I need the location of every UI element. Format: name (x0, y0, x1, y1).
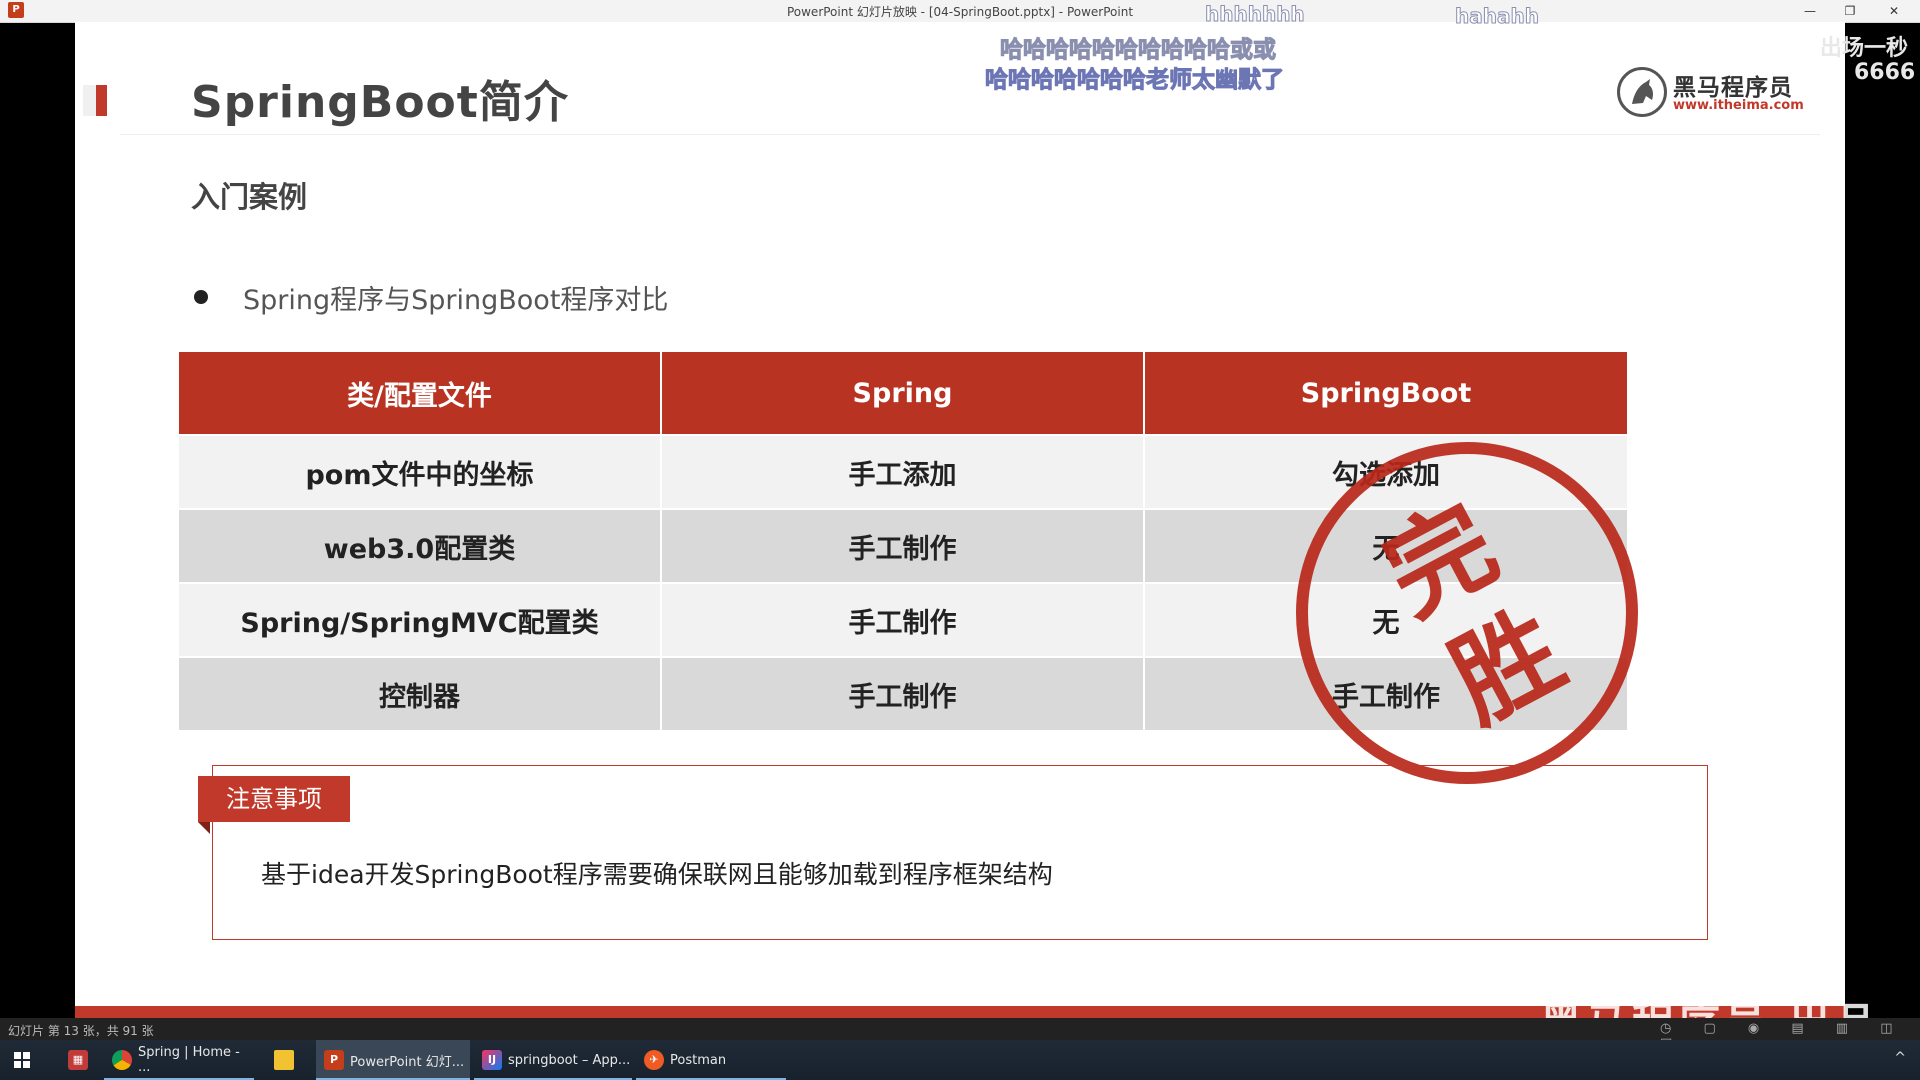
slide: SpringBoot简介 黑马程序员 www.itheima.com 入门案例 … (75, 22, 1845, 1018)
folder-icon (274, 1050, 294, 1070)
header-divider (120, 134, 1820, 135)
taskbar-item-label: Spring | Home - ... (138, 1045, 240, 1075)
table-cell: pom文件中的坐标 (179, 434, 662, 509)
danmaku-comment: 哈哈哈哈哈哈哈老师太幽默了 (985, 67, 1285, 94)
note-text: 基于idea开发SpringBoot程序需要确保联网且能够加载到程序框架结构 (261, 860, 1053, 889)
logo-url: www.itheima.com (1673, 98, 1804, 113)
intellij-icon: IJ (482, 1050, 502, 1070)
slide-counter: 幻灯片 第 13 张，共 91 张 (8, 1024, 154, 1038)
taskbar: ▦ Spring | Home - ... P PowerPoint 幻灯...… (0, 1040, 1920, 1080)
tray-chevron-icon[interactable]: ^ (1894, 1050, 1906, 1066)
table-cell: 手工制作 (661, 656, 1145, 730)
logo-name: 黑马程序员 (1673, 75, 1793, 101)
horse-logo-icon (1617, 67, 1667, 117)
taskbar-item-label: springboot – App... (508, 1052, 631, 1068)
restore-button[interactable]: ❐ (1836, 2, 1864, 20)
taskbar-item-postman[interactable]: ✈ Postman (636, 1040, 786, 1080)
table-header: 类/配置文件 (179, 352, 662, 435)
close-button[interactable]: ✕ (1880, 2, 1908, 20)
bullet-icon (194, 290, 208, 304)
title-marker-shadow (83, 85, 96, 116)
danmaku-comment: hahahh (1455, 4, 1540, 29)
chrome-icon (112, 1050, 132, 1070)
danmaku-comment: hhhhhhh (1205, 2, 1306, 27)
section-title: 入门案例 (191, 180, 308, 214)
taskbar-item-label: PowerPoint 幻灯... (350, 1054, 465, 1070)
table-header: Spring (661, 352, 1145, 435)
table-cell: Spring/SpringMVC配置类 (179, 582, 662, 657)
window-title: PowerPoint 幻灯片放映 - [04-SpringBoot.pptx] … (786, 5, 1134, 19)
note-tag: 注意事项 (198, 776, 350, 822)
taskbar-item-intellij[interactable]: IJ springboot – App... (474, 1040, 632, 1080)
table-cell: web3.0配置类 (179, 508, 662, 583)
grid-app-icon: ▦ (68, 1050, 88, 1070)
status-bar: 幻灯片 第 13 张，共 91 张 ◷ ▢ ◉ ▤ ▥ ◫ ▣ (0, 1018, 1920, 1051)
taskbar-item-label: Postman (670, 1052, 727, 1068)
taskbar-item-explorer[interactable] (266, 1040, 310, 1080)
slide-title: SpringBoot简介 (191, 77, 569, 128)
table-cell: 手工制作 (661, 582, 1145, 657)
title-marker (96, 85, 107, 116)
table-header-row: 类/配置文件 Spring SpringBoot (179, 352, 1627, 435)
table-cell: 控制器 (179, 656, 662, 730)
taskbar-item-powerpoint[interactable]: P PowerPoint 幻灯... (316, 1040, 470, 1080)
danmaku-comment: 6666 (1854, 60, 1916, 85)
note-box (212, 765, 1708, 940)
window-title-bar: P PowerPoint 幻灯片放映 - [04-SpringBoot.pptx… (0, 0, 1920, 23)
danmaku-comment: 出场一秒 (1820, 36, 1909, 61)
victory-stamp: 完 胜 (1296, 442, 1638, 784)
table-header: SpringBoot (1144, 352, 1627, 435)
start-button[interactable] (0, 1040, 46, 1080)
powerpoint-icon: P (324, 1050, 344, 1070)
bullet-text: Spring程序与SpringBoot程序对比 (243, 285, 669, 316)
minimize-button[interactable]: — (1796, 2, 1824, 20)
windows-icon (14, 1052, 30, 1068)
app-launcher-icon[interactable]: ▦ (60, 1040, 100, 1080)
danmaku-comment: 哈哈哈哈哈哈哈哈哈哈或或 (1000, 37, 1277, 64)
table-cell: 手工添加 (661, 434, 1145, 509)
taskbar-item-chrome[interactable]: Spring | Home - ... (104, 1040, 254, 1080)
note-tag-fold (198, 822, 210, 834)
table-cell: 手工制作 (661, 508, 1145, 583)
itheima-logo: 黑马程序员 www.itheima.com (1617, 64, 1807, 124)
postman-icon: ✈ (644, 1050, 664, 1070)
